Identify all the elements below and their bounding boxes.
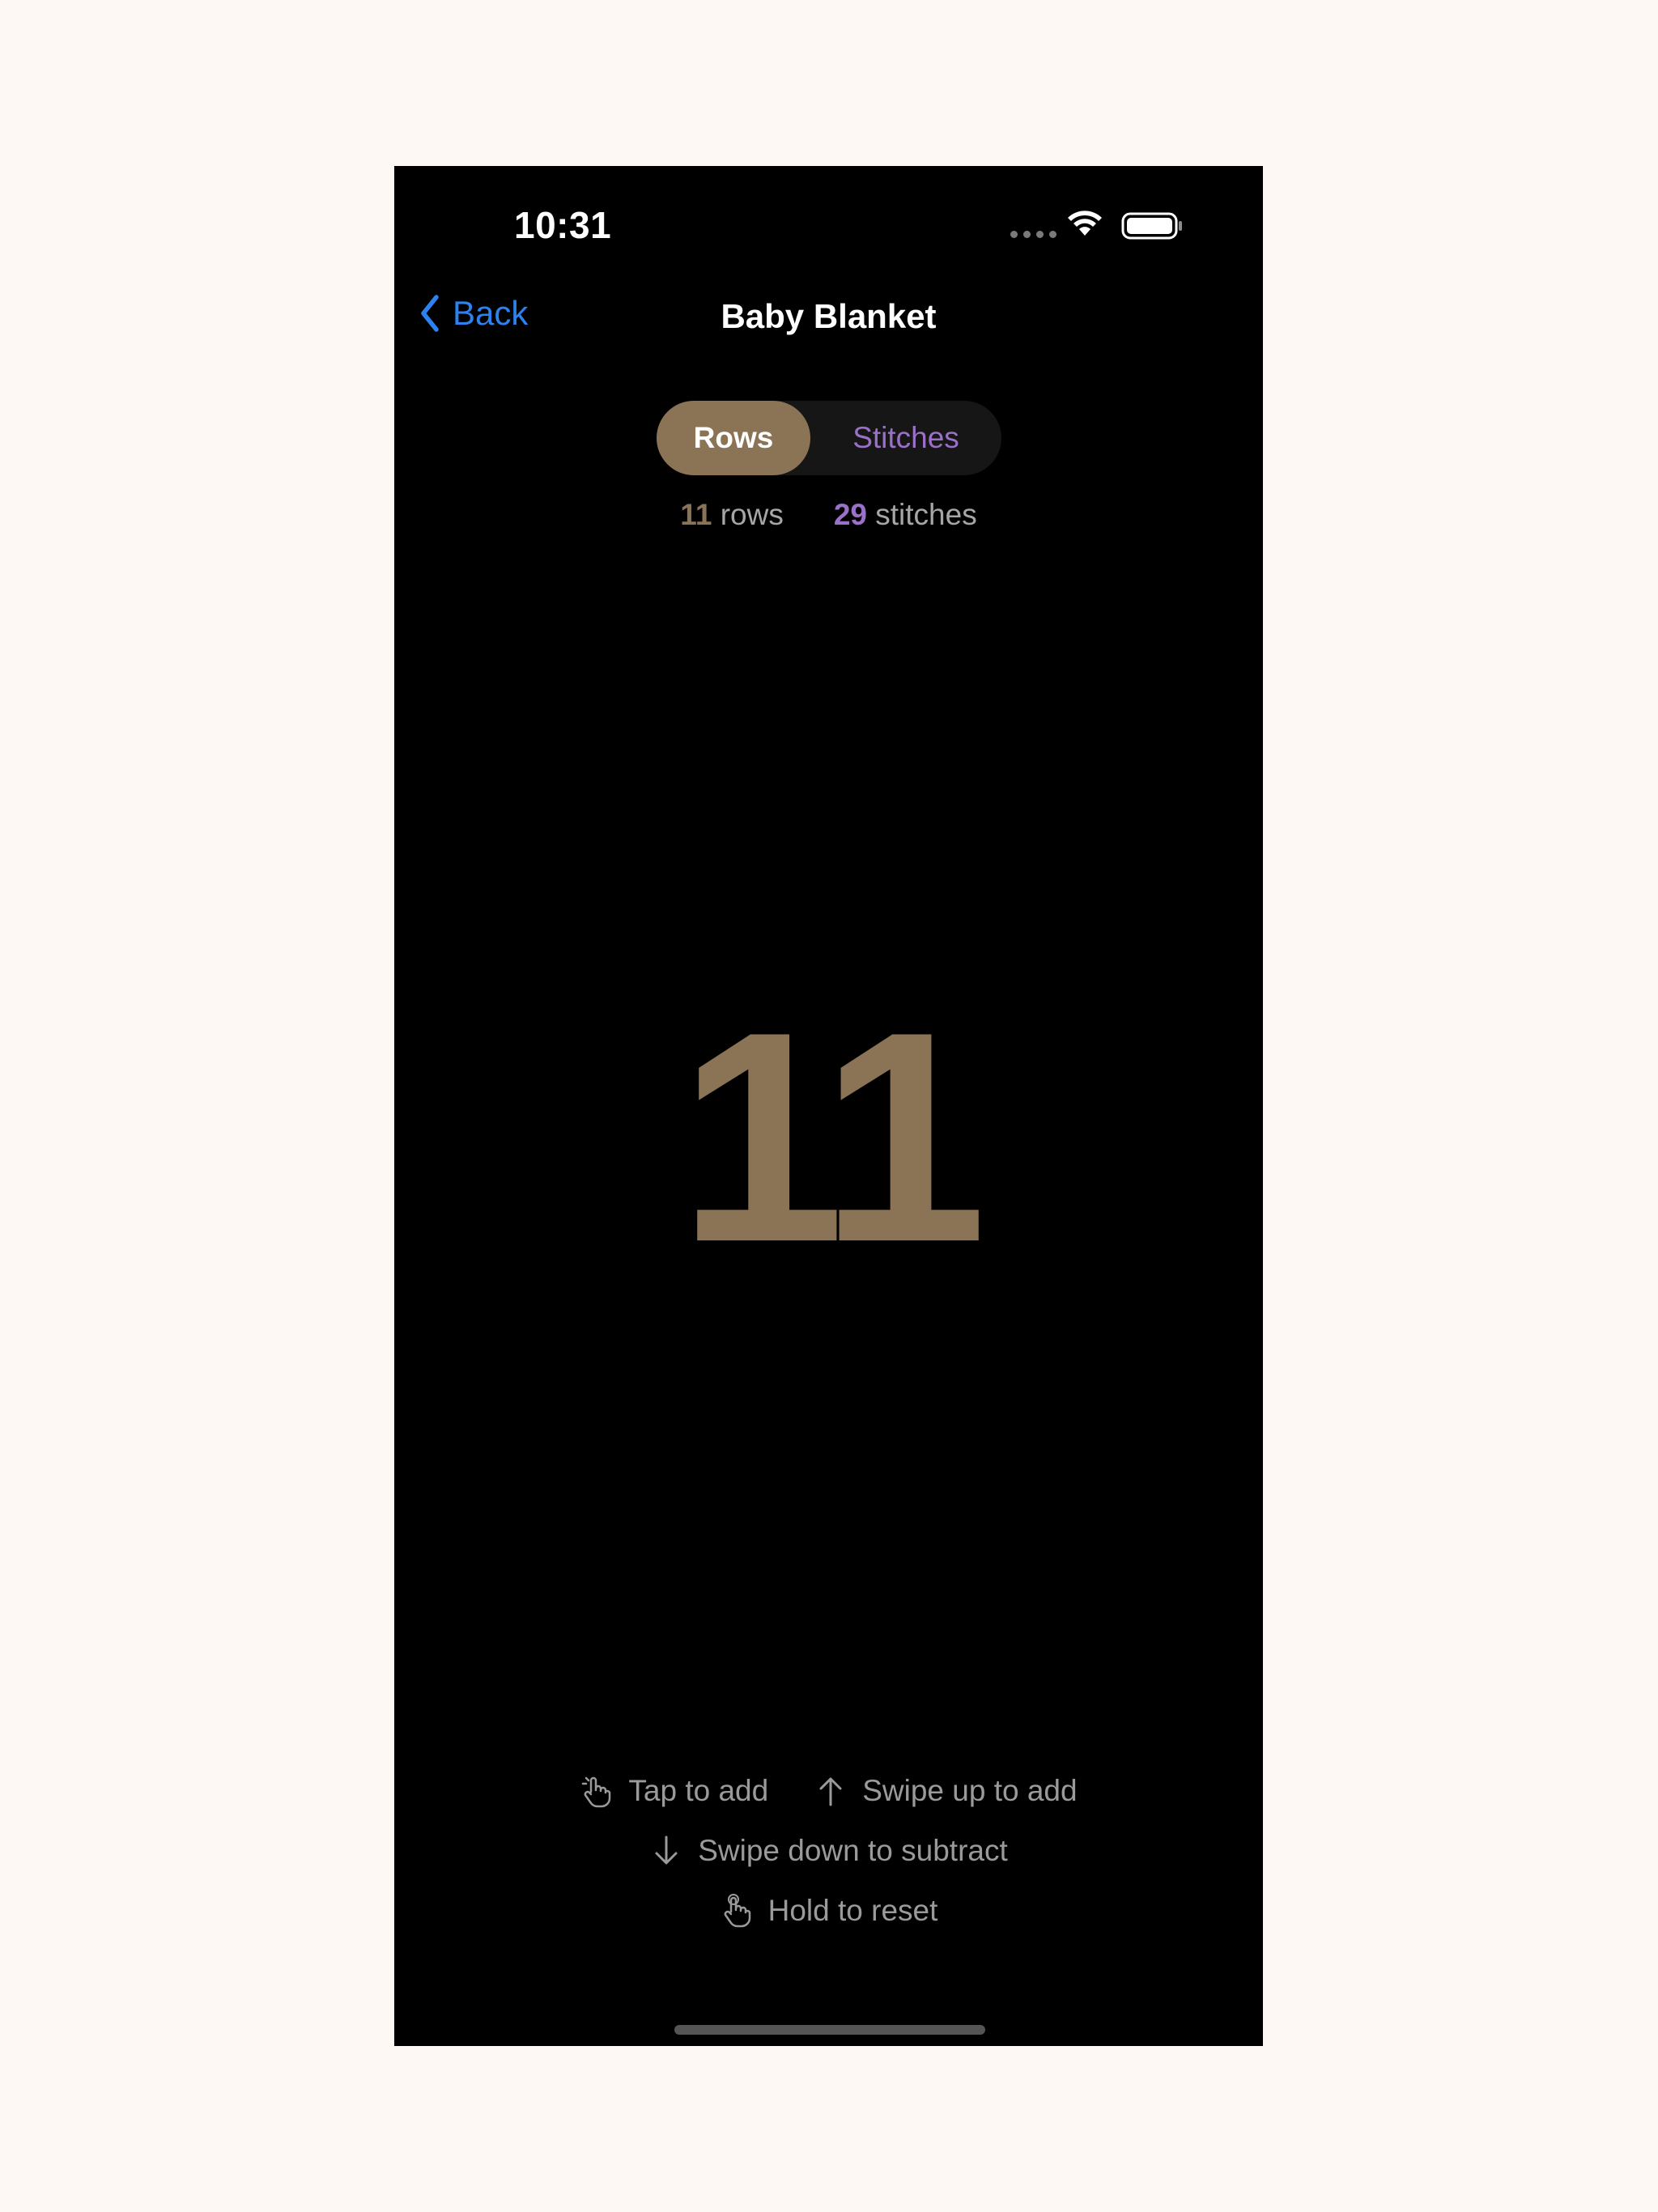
hint-tap-label: Tap to add	[628, 1774, 769, 1807]
wifi-icon	[1068, 211, 1102, 236]
hint-swipe-down: Swipe down to subtract	[649, 1834, 1008, 1868]
page-title: Baby Blanket	[721, 297, 937, 335]
stitches-summary: 29 stitches	[834, 498, 977, 532]
cellular-signal-icon	[1010, 231, 1056, 238]
rows-count: 11	[680, 498, 712, 531]
hint-swipe-up: Swipe up to add	[814, 1774, 1078, 1808]
counter-value[interactable]: 11	[394, 984, 1263, 1291]
stitches-unit: stitches	[875, 498, 977, 531]
stitches-count: 29	[833, 498, 867, 531]
hand-hold-icon	[724, 1894, 750, 1928]
hint-hold: Hold to reset	[720, 1894, 938, 1928]
hand-tap-icon	[582, 1776, 611, 1808]
segment-rows[interactable]: Rows	[657, 401, 810, 475]
phone-screen: 10:31 Back Baby Blanket Rows Stitches 11…	[394, 166, 1263, 2046]
battery-icon	[1121, 212, 1182, 240]
counts-summary: 11 rows 29 stitches	[394, 498, 1263, 532]
hint-tap: Tap to add	[580, 1774, 768, 1808]
status-time: 10:31	[514, 204, 612, 246]
rows-summary: 11 rows	[680, 498, 784, 532]
gesture-hints: Tap to add Swipe up to add Swipe down to…	[394, 1761, 1263, 1941]
hint-swipe-down-label: Swipe down to subtract	[698, 1834, 1008, 1867]
arrow-up-icon	[819, 1777, 842, 1806]
hint-swipe-up-label: Swipe up to add	[862, 1774, 1078, 1807]
home-indicator[interactable]	[674, 2025, 985, 2035]
hint-hold-label: Hold to reset	[767, 1894, 938, 1927]
segment-stitches[interactable]: Stitches	[810, 401, 1001, 475]
arrow-down-icon	[655, 1836, 678, 1865]
counter-type-segmented-control: Rows Stitches	[657, 401, 1001, 475]
rows-unit: rows	[720, 498, 784, 531]
